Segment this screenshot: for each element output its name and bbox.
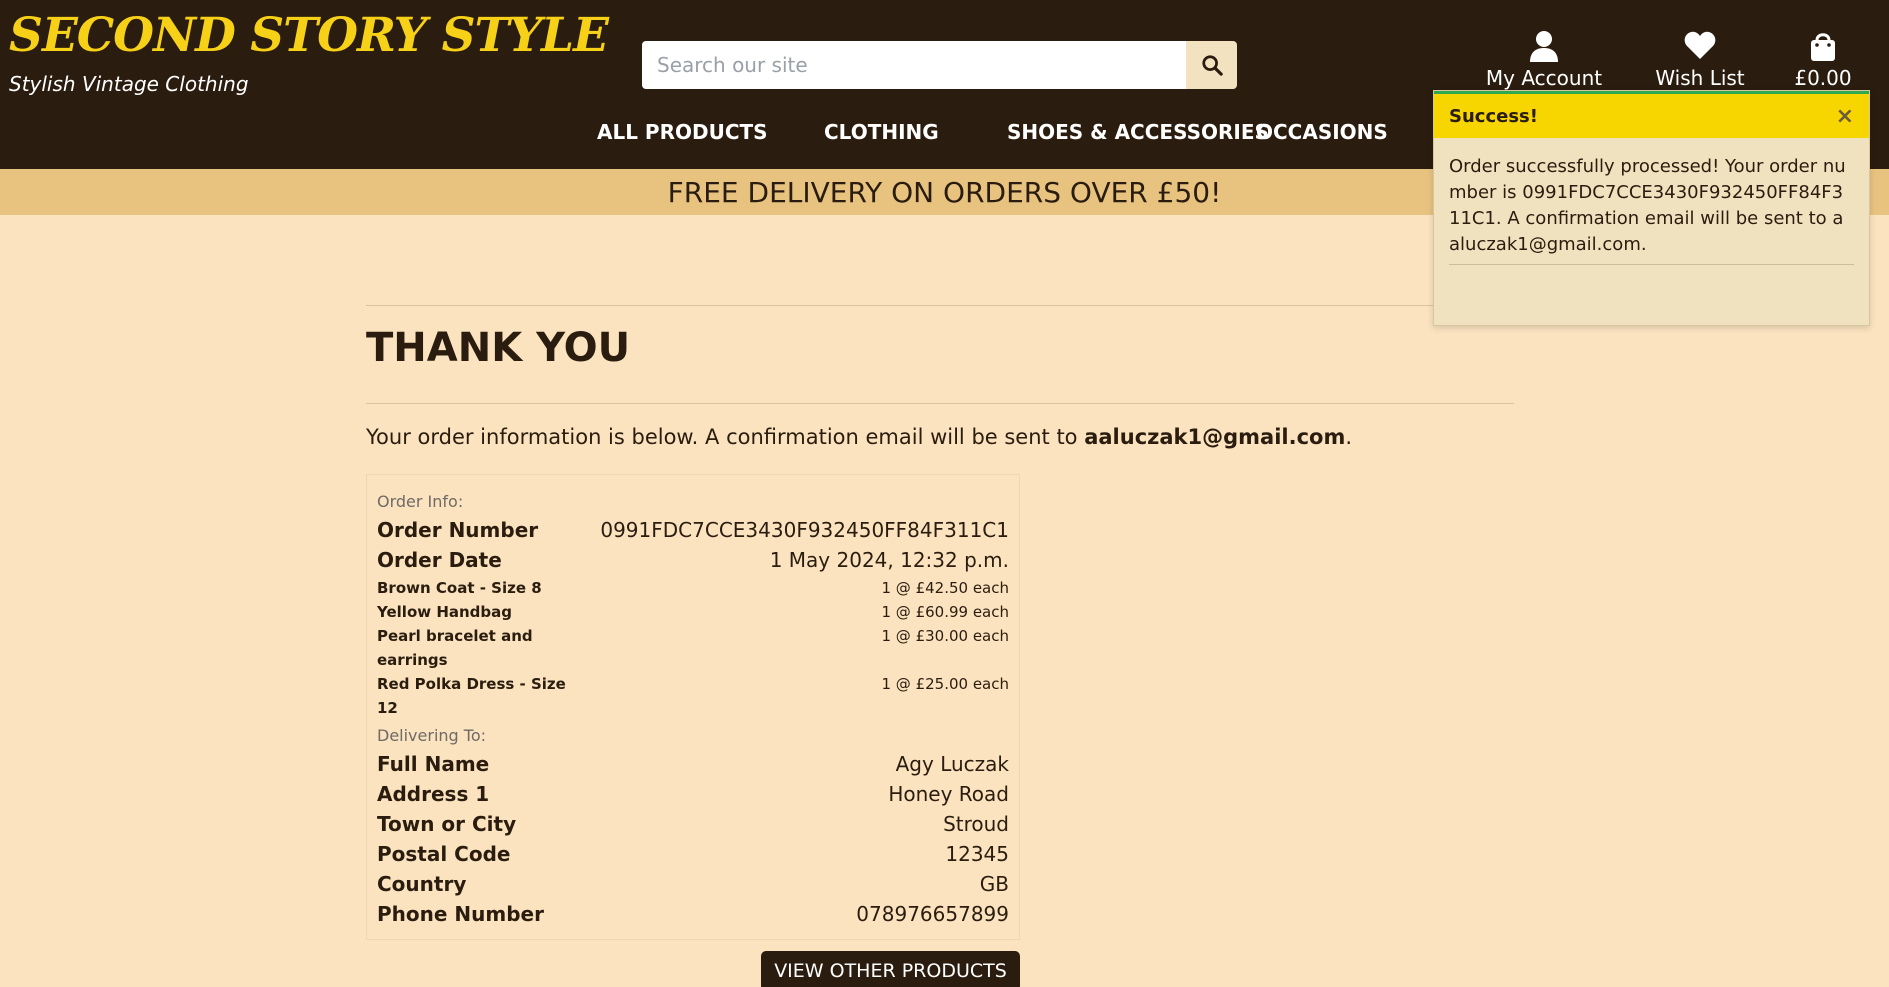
delivery-value: GB [979,872,1009,896]
shopping-bag-icon [1758,30,1888,64]
order-date-value: 1 May 2024, 12:32 p.m. [769,548,1009,572]
order-item-name: Brown Coat - Size 8 [377,579,542,597]
order-info-label: Order Info: [377,492,464,511]
search-button[interactable] [1186,41,1237,89]
delivery-label: Postal Code [377,842,511,866]
delivery-label: Country [377,872,467,896]
delivery-value: 078976657899 [856,902,1009,926]
search-form [642,41,1237,89]
cart-total: £0.00 [1794,66,1852,90]
page-title: THANK YOU [366,325,631,371]
success-toast: Success! × Order successfully processed!… [1433,90,1870,326]
order-item-name: Pearl bracelet and earrings [377,627,533,669]
delivery-banner-text: FREE DELIVERY ON ORDERS OVER £50! [667,175,1222,209]
wish-list-label: Wish List [1655,66,1745,90]
delivery-label: Phone Number [377,902,544,926]
my-account-label: My Account [1485,66,1603,90]
nav-shoes-accessories[interactable]: SHOES & ACCESSORIES [1007,120,1269,150]
divider-top [366,305,1514,306]
delivering-to-label: Delivering To: [377,726,487,745]
delivery-label: Full Name [377,752,490,776]
order-number-value: 0991FDC7CCE3430F932450FF84F311C1 [600,518,1009,542]
close-icon[interactable]: × [1836,104,1854,129]
brand-tagline: Stylish Vintage Clothing [9,72,249,96]
order-item-name: Yellow Handbag [377,603,513,621]
toast-header: Success! × [1434,94,1869,138]
order-item-qty: 1 @ £30.00 each [881,627,1009,645]
delivery-value: Honey Road [888,782,1009,806]
intro-end: . [1345,425,1353,449]
order-date-label: Order Date [377,548,502,572]
order-summary: Order Info: Order Number 0991FDC7CCE3430… [366,474,1020,940]
divider-title [366,403,1514,404]
intro-text: Your order information is below. A confi… [366,425,1085,449]
search-icon [1201,55,1223,76]
brand-logo[interactable]: SECOND STORY STYLE [9,8,609,63]
order-item-qty: 1 @ £42.50 each [881,579,1009,597]
delivery-label: Town or City [377,812,517,836]
cart-link[interactable]: £0.00 [1758,30,1888,90]
toast-message: Order successfully processed! Your order… [1449,154,1854,265]
confirmation-intro: Your order information is below. A confi… [366,425,1352,449]
heart-icon [1635,30,1765,64]
order-item-qty: 1 @ £25.00 each [881,675,1009,693]
delivery-value: 12345 [945,842,1009,866]
toast-title: Success! [1449,105,1538,127]
order-item-qty: 1 @ £60.99 each [881,603,1009,621]
search-input[interactable] [642,41,1186,89]
delivery-label: Address 1 [377,782,490,806]
delivery-value: Stroud [943,812,1009,836]
order-number-label: Order Number [377,518,539,542]
wish-list-link[interactable]: Wish List [1635,30,1765,90]
nav-all-products[interactable]: ALL PRODUCTS [597,120,768,150]
order-item-name: Red Polka Dress - Size 12 [377,675,566,717]
delivery-value: Agy Luczak [895,752,1009,776]
nav-clothing[interactable]: CLOTHING [824,120,939,150]
intro-email: aaluczak1@gmail.com [1084,425,1346,449]
nav-occasions[interactable]: OCCASIONS [1256,120,1388,150]
my-account-link[interactable]: My Account [1479,30,1609,90]
user-icon [1479,30,1609,64]
view-other-products-button[interactable]: VIEW OTHER PRODUCTS [761,951,1020,987]
